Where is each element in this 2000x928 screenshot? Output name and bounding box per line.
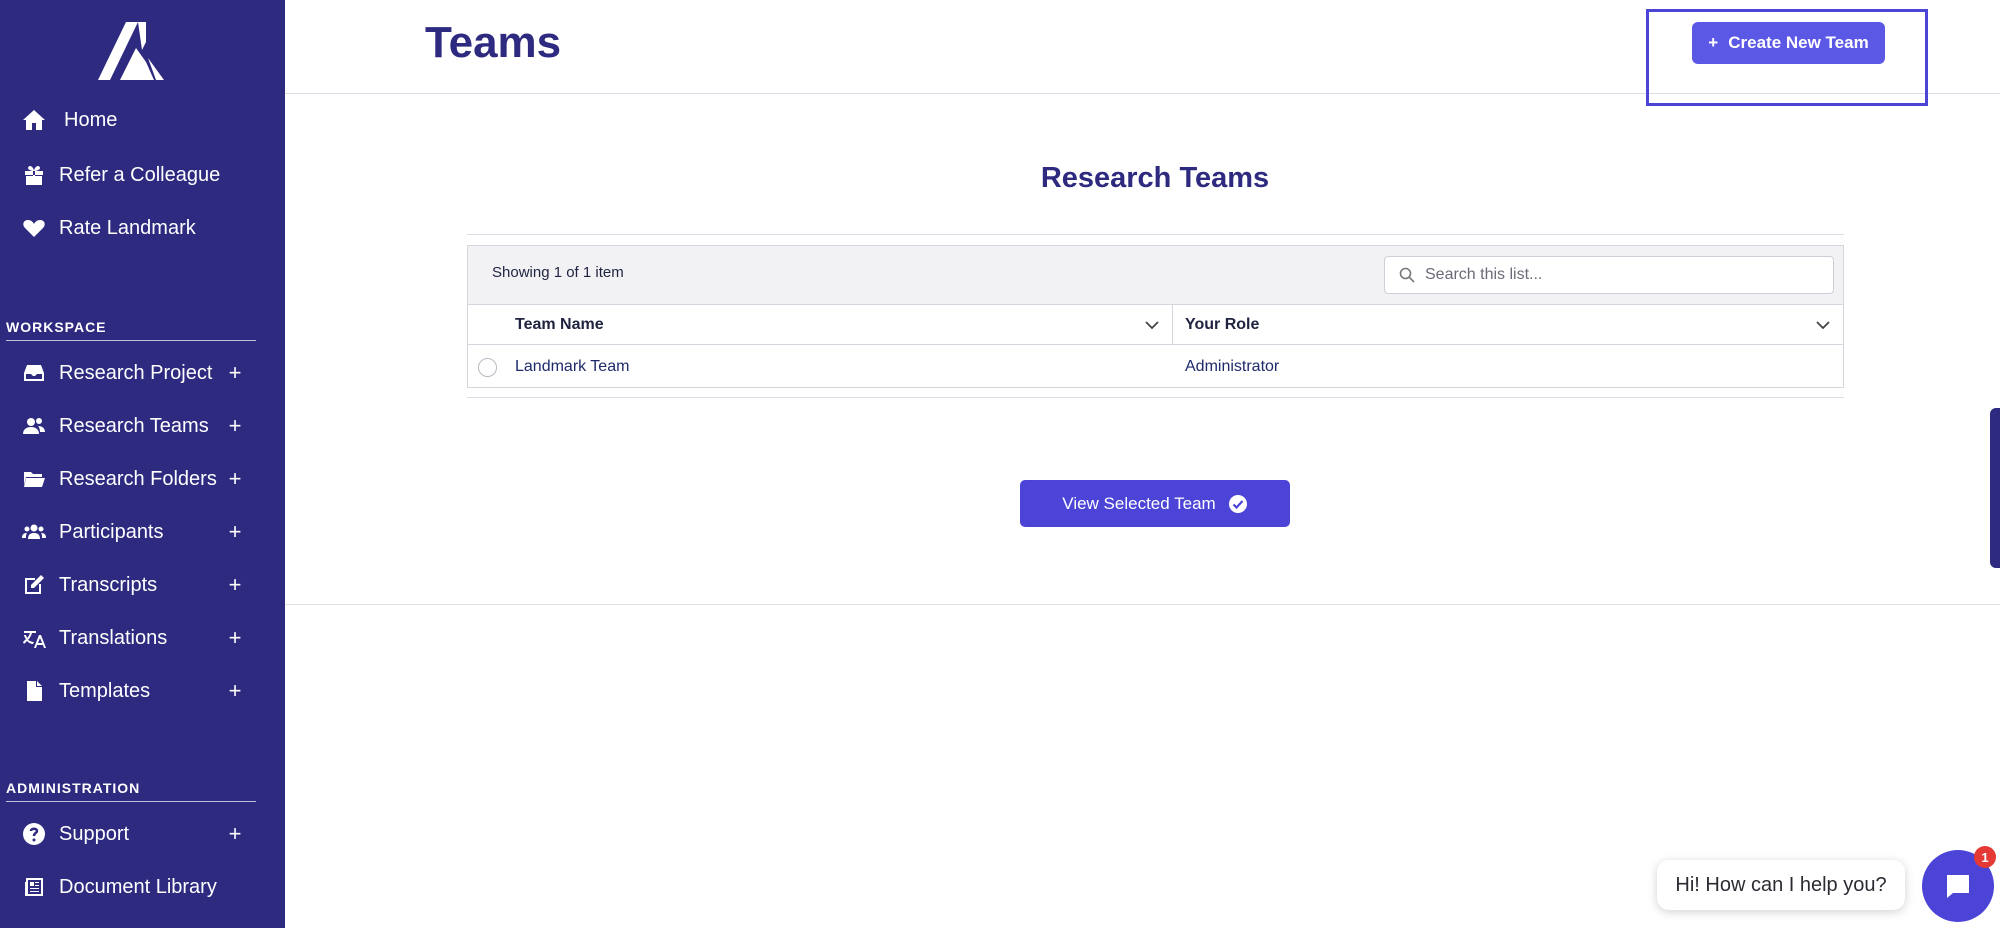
sidebar-item-translations[interactable]: Translations +: [0, 616, 285, 660]
check-circle-icon: [1228, 494, 1247, 513]
notification-badge: 1: [1974, 846, 1996, 868]
sidebar-item-label: Participants: [59, 520, 164, 543]
sidebar-item-label: Home: [64, 108, 118, 131]
sidebar-item-research-teams[interactable]: Research Teams +: [0, 404, 285, 448]
chevron-down-icon[interactable]: [1143, 316, 1161, 334]
section-heading: Research Teams: [1040, 162, 1270, 194]
home-icon: [20, 106, 48, 134]
sidebar-item-label: Research Project: [59, 361, 213, 384]
create-new-team-label: Create New Team: [1728, 33, 1869, 52]
newspaper-icon: [20, 873, 48, 901]
team-name-cell[interactable]: Landmark Team: [515, 358, 629, 376]
divider: [467, 397, 1844, 398]
view-selected-team-button[interactable]: View Selected Team: [1020, 480, 1290, 527]
divider: [6, 801, 256, 802]
column-header-team-name[interactable]: Team Name: [468, 305, 1173, 345]
heart-icon: [20, 214, 48, 242]
chevron-down-icon[interactable]: [1814, 316, 1832, 334]
sidebar-item-label: Templates: [59, 679, 151, 702]
sidebar-item-transcripts[interactable]: Transcripts +: [0, 563, 285, 607]
sidebar-item-document-library[interactable]: Document Library: [0, 865, 285, 909]
file-icon: [20, 677, 48, 705]
sidebar-item-support[interactable]: Support +: [0, 812, 285, 856]
chat-greeting[interactable]: Hi! How can I help you?: [1657, 860, 1905, 910]
users-icon: [20, 412, 48, 440]
sidebar-item-home[interactable]: Home: [0, 98, 285, 142]
sidebar-item-label: Support: [59, 822, 130, 845]
add-transcript-button[interactable]: +: [225, 574, 245, 596]
create-new-team-button[interactable]: + Create New Team: [1692, 22, 1885, 64]
sidebar-item-label: Research Folders: [59, 467, 217, 490]
administration-section-title: ADMINISTRATION: [6, 780, 141, 796]
sidebar-item-participants[interactable]: Participants +: [0, 510, 285, 554]
add-research-folder-button[interactable]: +: [225, 468, 245, 490]
row-select-radio[interactable]: [478, 358, 497, 377]
group-icon: [20, 518, 48, 546]
sidebar-item-rate[interactable]: Rate Landmark: [0, 206, 285, 250]
table-row[interactable]: Landmark Team Administrator: [468, 346, 1843, 388]
gift-icon: [20, 161, 48, 189]
sidebar-item-research-project[interactable]: Research Project +: [0, 351, 285, 395]
sidebar-item-label: Document Library: [59, 875, 217, 898]
search-icon: [1399, 267, 1415, 283]
add-translation-button[interactable]: +: [225, 627, 245, 649]
column-header-label: Team Name: [515, 315, 604, 333]
teams-table: Showing 1 of 1 item Team Name Your Role …: [467, 245, 1844, 388]
sidebar-item-label: Translations: [59, 626, 168, 649]
add-research-project-button[interactable]: +: [225, 362, 245, 384]
section-heading-wrap: Research Teams: [0, 162, 2000, 195]
landmark-logo[interactable]: [98, 22, 164, 80]
chat-icon: [1947, 875, 1969, 898]
question-icon: [20, 820, 48, 848]
plus-icon: +: [1708, 33, 1719, 52]
sidebar: Home Refer a Colleague Rate Landmark WOR…: [0, 0, 285, 928]
feedback-tab[interactable]: [1990, 408, 2000, 568]
inbox-icon: [20, 359, 48, 387]
role-cell: Administrator: [1185, 358, 1280, 375]
add-support-button[interactable]: +: [225, 823, 245, 845]
add-research-team-button[interactable]: +: [225, 415, 245, 437]
sidebar-item-refer[interactable]: Refer a Colleague: [0, 153, 285, 197]
sidebar-item-templates[interactable]: Templates +: [0, 669, 285, 713]
sidebar-item-label: Research Teams: [59, 414, 209, 437]
content-divider: [285, 604, 2000, 605]
item-count: Showing 1 of 1 item: [492, 264, 624, 281]
column-header-label: Your Role: [1185, 315, 1260, 333]
sidebar-item-label: Transcripts: [59, 573, 158, 596]
sidebar-item-research-folders[interactable]: Research Folders +: [0, 457, 285, 501]
folder-icon: [20, 465, 48, 493]
column-header-your-role[interactable]: Your Role: [1173, 305, 1843, 345]
view-selected-team-label: View Selected Team: [1062, 493, 1216, 513]
edit-icon: [20, 571, 48, 599]
add-template-button[interactable]: +: [225, 680, 245, 702]
translate-icon: [20, 624, 48, 652]
divider: [6, 340, 256, 341]
table-toolbar: Showing 1 of 1 item: [468, 246, 1843, 305]
workspace-section-title: WORKSPACE: [6, 319, 107, 335]
search-box[interactable]: [1384, 256, 1834, 294]
sidebar-item-label: Refer a Colleague: [59, 163, 221, 186]
search-input[interactable]: [1425, 266, 1805, 284]
divider: [467, 234, 1844, 235]
add-participant-button[interactable]: +: [225, 521, 245, 543]
sidebar-item-label: Rate Landmark: [59, 216, 196, 239]
page-title: Teams: [425, 18, 562, 67]
